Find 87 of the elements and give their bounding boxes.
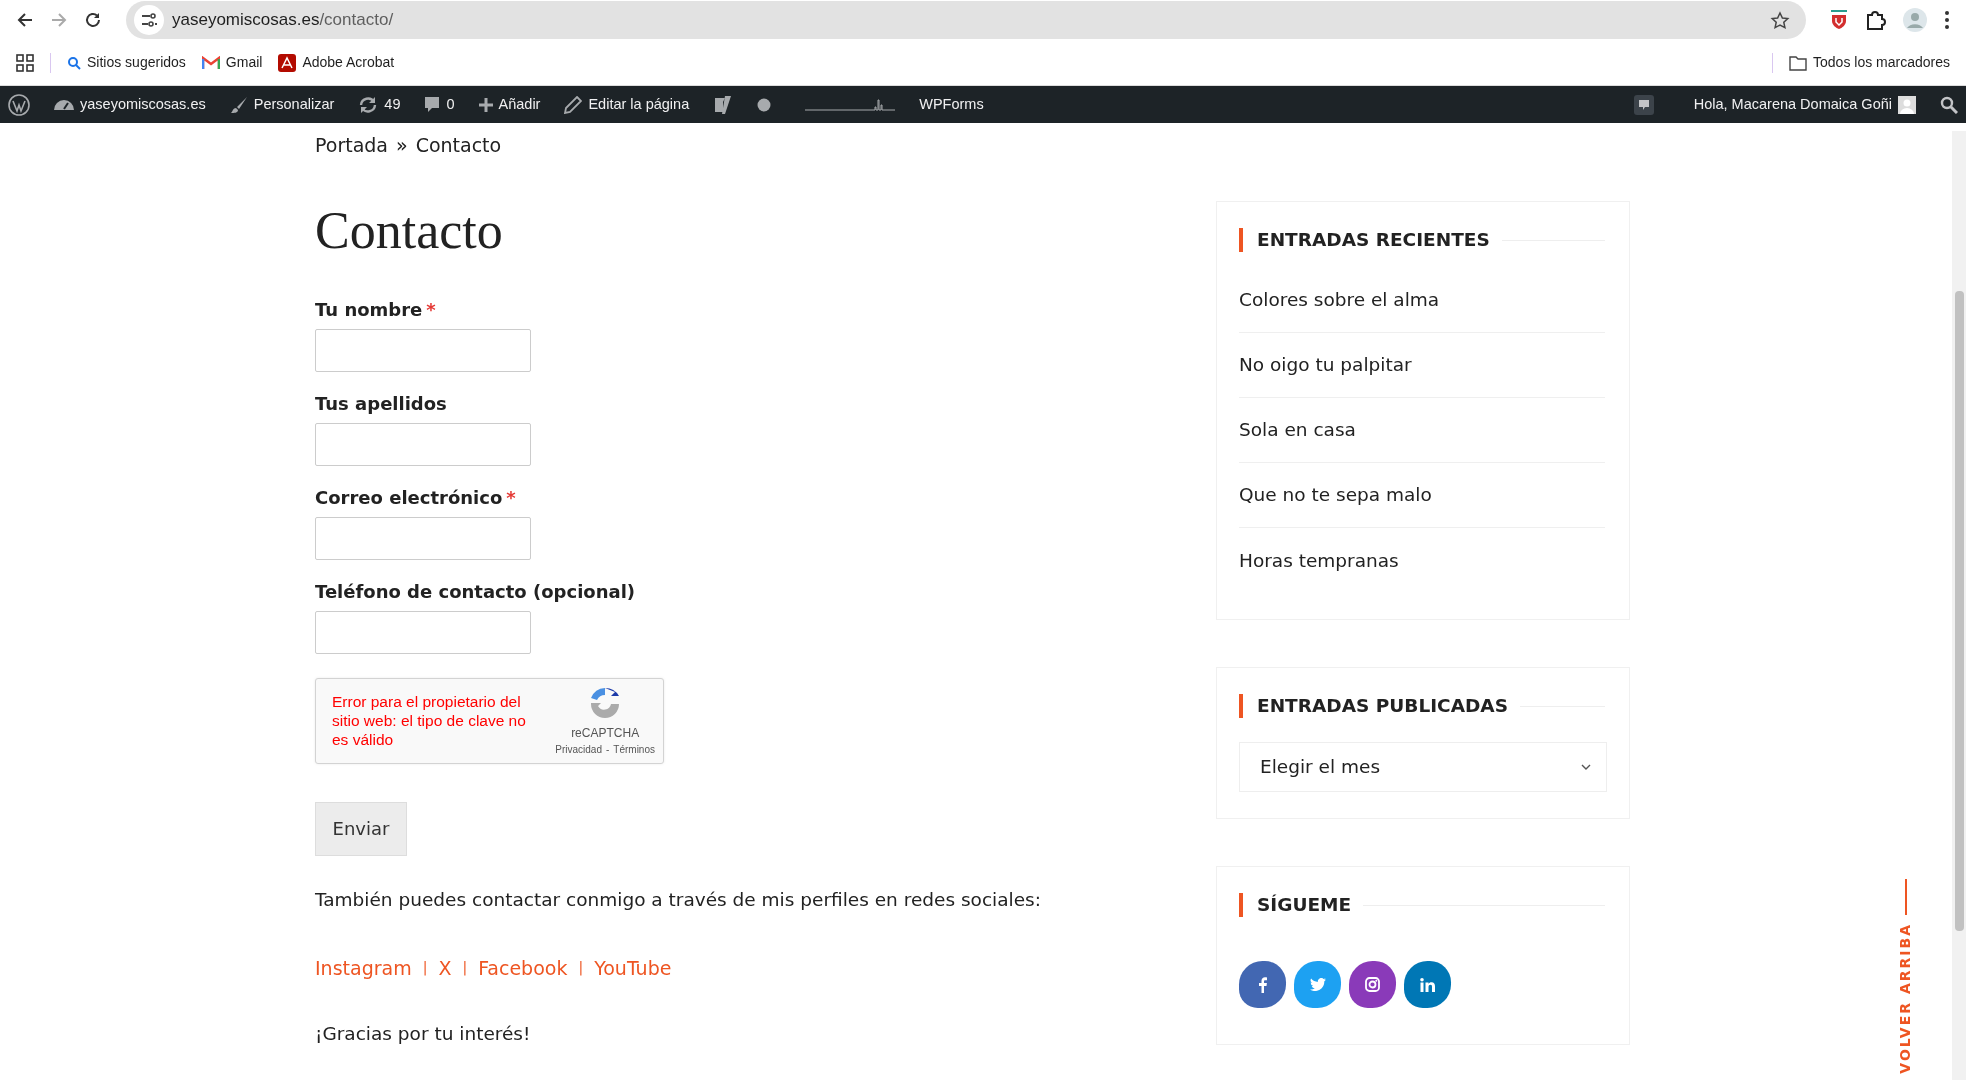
- all-bookmarks-link[interactable]: Todos los marcadores: [1789, 52, 1950, 73]
- chevron-down-icon: [1581, 764, 1591, 770]
- input-field[interactable]: [315, 328, 531, 372]
- edit-page-link[interactable]: Editar la página: [564, 93, 690, 116]
- pencil-icon: [564, 95, 583, 114]
- breadcrumb-separator: »: [396, 133, 408, 158]
- bookmark-link[interactable]: Gmail: [201, 52, 263, 73]
- status-dot-icon[interactable]: [757, 97, 772, 112]
- recent-post-link[interactable]: Sola en casa: [1239, 416, 1356, 444]
- dashboard-icon: [54, 99, 74, 110]
- thanks-text: ¡Gracias por tu interés!: [315, 1022, 532, 1047]
- bookmark-link[interactable]: Sitios sugeridos: [67, 52, 186, 73]
- link-separator: |: [462, 958, 468, 978]
- envelope-m-icon: [201, 55, 220, 70]
- recaptcha-error: Error para el propietario del sitio web: el tipo de clave no es válido: [332, 692, 527, 750]
- page-title: Contacto: [315, 200, 504, 261]
- social-profile-button[interactable]: [1404, 961, 1451, 1008]
- scrollbar-thumb[interactable]: [1955, 291, 1964, 931]
- recent-post-link[interactable]: Colores sobre el alma: [1239, 286, 1440, 314]
- month-select[interactable]: Elegir el mes: [1239, 742, 1607, 792]
- social-link[interactable]: Facebook: [478, 953, 568, 983]
- social-link[interactable]: X: [438, 953, 452, 983]
- bird-icon: [1309, 978, 1326, 991]
- updates-link[interactable]: 49: [358, 93, 401, 116]
- camera-icon: [1365, 977, 1380, 992]
- refresh-icon: [358, 95, 379, 114]
- social-profile-button[interactable]: [1294, 961, 1341, 1008]
- social-profile-button[interactable]: [1239, 961, 1286, 1008]
- add-new-link[interactable]: Añadir: [478, 93, 541, 116]
- required-mark: *: [426, 297, 436, 322]
- social-paragraph: También puedes contactar conmigo a través de mis perfiles en redes sociales:: [315, 887, 1042, 912]
- reload-icon[interactable]: [84, 11, 102, 29]
- social-link[interactable]: Instagram: [315, 953, 412, 983]
- field-label: Tu nombre: [315, 297, 423, 322]
- notification-icon[interactable]: [1633, 94, 1654, 115]
- folder-icon: [1789, 54, 1808, 71]
- url-domain: yaseyomiscosas.es: [172, 9, 320, 32]
- widget-title: SÍGUEME: [1239, 893, 1352, 917]
- field-label: Teléfono de contacto (opcional): [315, 579, 636, 604]
- back-to-top-link[interactable]: VOLVER ARRIBA: [1895, 923, 1916, 1074]
- puzzle-icon[interactable]: [1864, 9, 1886, 31]
- field-label: Tus apellidos: [315, 391, 447, 416]
- submit-button[interactable]: Enviar: [315, 801, 407, 856]
- breadcrumb-current: Contacto: [415, 133, 502, 158]
- linkedin-icon: [1420, 977, 1435, 992]
- star-icon[interactable]: [1770, 10, 1790, 31]
- social-link[interactable]: YouTube: [594, 953, 672, 983]
- traffic-sparkline[interactable]: [805, 97, 896, 112]
- comment-icon: [424, 95, 441, 114]
- field-label: Correo electrónico: [315, 485, 503, 510]
- account-greeting[interactable]: Hola, Macarena Domaica Goñi: [1693, 93, 1916, 116]
- customize-link[interactable]: Personalizar: [229, 93, 335, 116]
- social-profile-button[interactable]: [1349, 961, 1396, 1008]
- link-separator: |: [422, 958, 428, 978]
- input-field[interactable]: [315, 422, 531, 466]
- facebook-icon: [1257, 976, 1268, 993]
- wordpress-logo-icon[interactable]: [8, 93, 30, 116]
- required-mark: *: [506, 485, 516, 510]
- recaptcha-brand: reCAPTCHA: [571, 725, 640, 743]
- search-icon[interactable]: [1940, 95, 1958, 114]
- input-field[interactable]: [315, 610, 531, 654]
- terms-link[interactable]: Términos: [613, 742, 655, 758]
- wpforms-link[interactable]: WPForms: [919, 93, 984, 116]
- url-path: /contacto/: [319, 9, 394, 32]
- plus-icon: [478, 97, 493, 112]
- widget-title: ENTRADAS PUBLICADAS: [1239, 694, 1508, 718]
- widget-title: ENTRADAS RECIENTES: [1239, 228, 1490, 252]
- back-icon[interactable]: [16, 11, 34, 29]
- shield-extension-icon[interactable]: [1830, 10, 1848, 30]
- breadcrumb-link[interactable]: Portada: [315, 131, 388, 160]
- apps-grid-icon[interactable]: [16, 53, 34, 72]
- input-field[interactable]: [315, 516, 531, 560]
- pdf-icon: [278, 53, 297, 72]
- more-menu-icon[interactable]: [1944, 10, 1950, 30]
- site-info-icon[interactable]: [134, 5, 164, 35]
- site-link[interactable]: yaseyomiscosas.es: [54, 93, 206, 116]
- link-separator: -: [605, 743, 610, 758]
- link-separator: |: [578, 958, 584, 978]
- recent-post-link[interactable]: Horas tempranas: [1239, 546, 1399, 575]
- search-icon: [67, 55, 81, 70]
- recent-post-link[interactable]: No oigo tu palpitar: [1239, 351, 1412, 379]
- bookmark-link[interactable]: Adobe Acrobat: [278, 52, 395, 73]
- comments-link[interactable]: 0: [424, 93, 455, 116]
- address-bar[interactable]: yaseyomiscosas.es/contacto/: [126, 1, 1806, 39]
- recent-post-link[interactable]: Que no te sepa malo: [1239, 481, 1432, 509]
- privacy-link[interactable]: Privacidad: [555, 742, 602, 758]
- avatar-icon: [1898, 95, 1916, 114]
